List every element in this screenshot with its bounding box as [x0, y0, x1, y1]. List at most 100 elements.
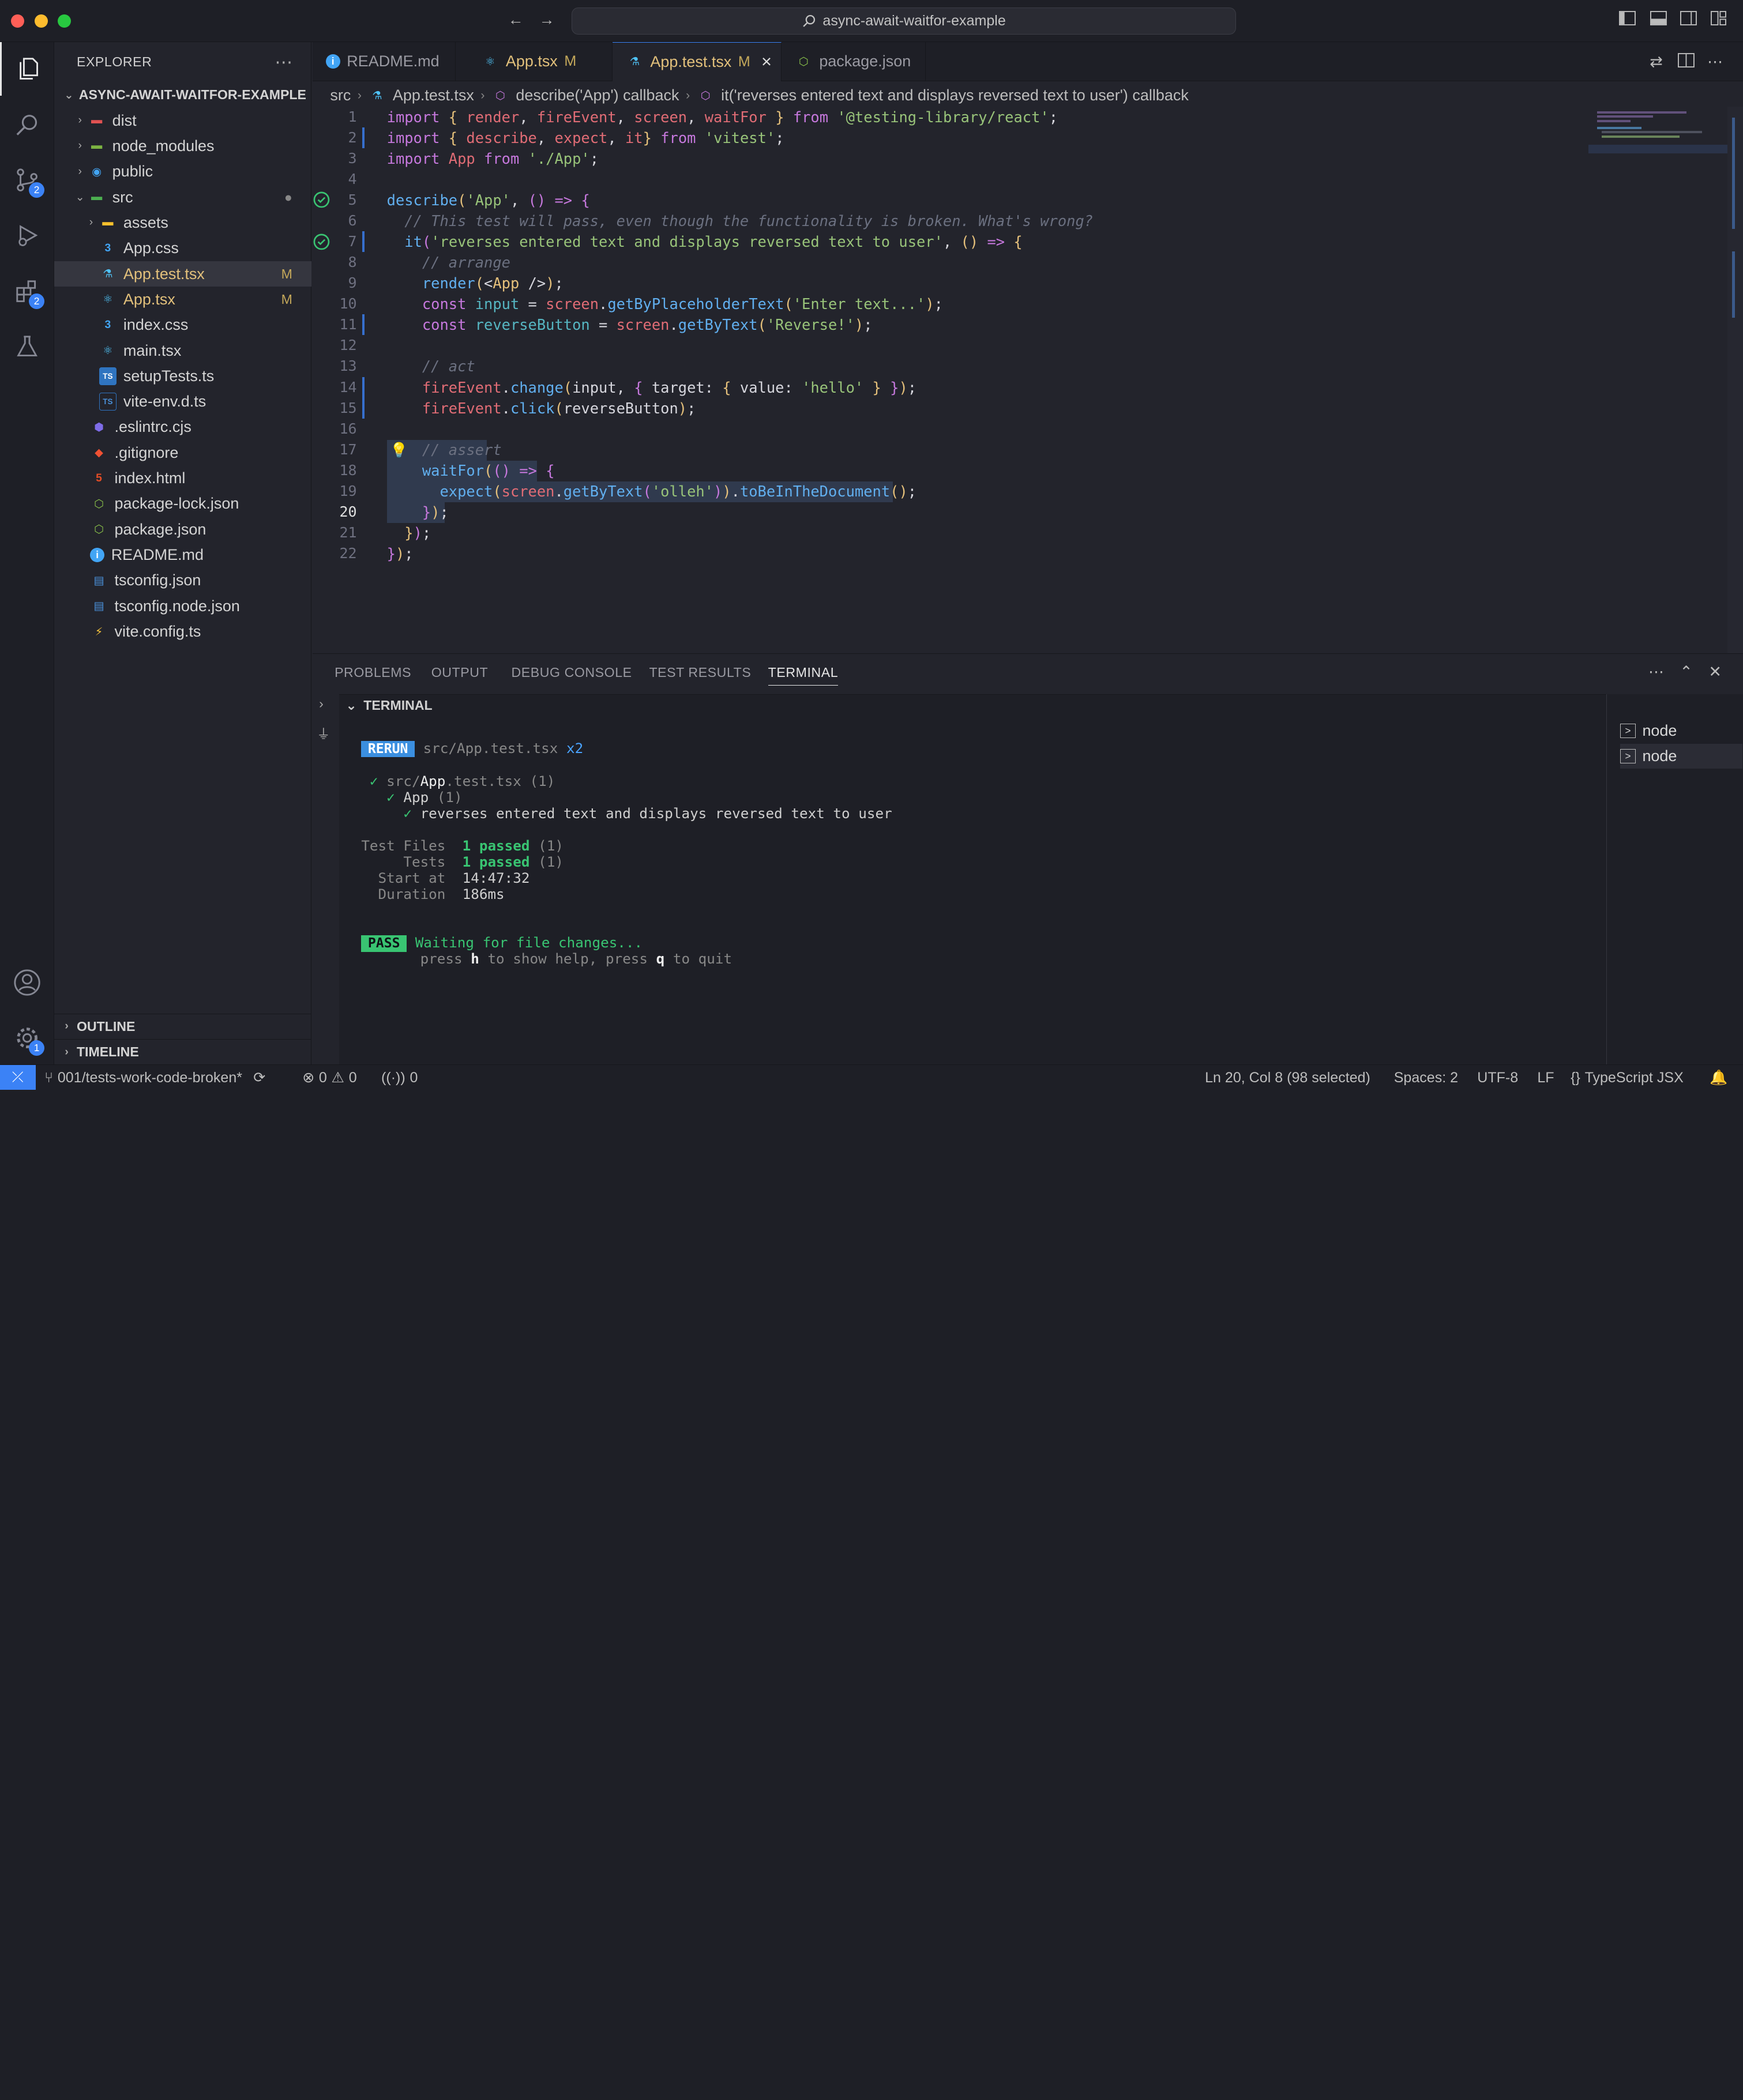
tree-item-eslintrc[interactable]: ⬢ .eslintrc.cjs	[54, 415, 311, 440]
remote-icon: ⤫	[12, 1069, 24, 1086]
more-actions-icon[interactable]: ⋯	[1647, 663, 1665, 681]
tree-item-public[interactable]: › ◉ public	[54, 159, 311, 185]
language-mode[interactable]: {} TypeScript JSX	[1571, 1065, 1684, 1090]
code-editor[interactable]: 1 2 3 4 5 6 7 8 9 10 11 12 13 14 15 16 17 18 19 20 21 22 impo…	[312, 107, 1743, 654]
maximize-window-button[interactable]	[58, 14, 72, 28]
accounts-activity[interactable]	[0, 955, 54, 1009]
test-passed-icon[interactable]	[313, 233, 330, 251]
end-of-line[interactable]: LF	[1537, 1065, 1554, 1090]
tree-item-gitignore[interactable]: ◆ .gitignore	[54, 440, 311, 465]
run-debug-activity[interactable]	[0, 209, 54, 262]
html-icon: 5	[96, 472, 102, 484]
minimap[interactable]	[1588, 107, 1727, 653]
manage-activity[interactable]: 1	[0, 1011, 54, 1065]
search-activity[interactable]	[0, 98, 54, 152]
tree-item-vite-env-d-ts[interactable]: TS vite-env.d.ts	[54, 389, 311, 415]
code-token: ,	[942, 233, 961, 251]
tab-debug-console[interactable]: DEBUG CONSOLE	[512, 665, 632, 680]
timeline-section[interactable]: › TIMELINE	[54, 1038, 311, 1064]
waiting-text: Waiting for file changes...	[415, 934, 643, 951]
tree-item-assets[interactable]: › ▬ assets	[54, 210, 311, 235]
minimize-window-button[interactable]	[34, 14, 48, 28]
more-actions-icon[interactable]: ⋯	[1706, 53, 1724, 71]
test-passed-icon[interactable]	[313, 191, 330, 209]
tab-terminal[interactable]: TERMINAL	[768, 665, 839, 686]
code-token: input,	[572, 378, 634, 396]
testing-activity[interactable]	[0, 320, 54, 374]
extensions-activity[interactable]: 2	[0, 265, 54, 318]
source-control-activity[interactable]: 2	[0, 153, 54, 207]
info-icon: i	[325, 54, 340, 69]
vertical-scrollbar[interactable]	[1727, 107, 1743, 654]
tree-item-setuptests-ts[interactable]: TS setupTests.ts	[54, 363, 311, 389]
chevron-right-icon[interactable]: ›	[319, 696, 324, 712]
tree-item-main-tsx[interactable]: ⚛ main.tsx	[54, 338, 311, 363]
breadcrumb-item[interactable]: src	[330, 86, 351, 104]
tree-item-tsconfig[interactable]: ▤ tsconfig.json	[54, 568, 311, 593]
tree-item-package-lock[interactable]: ⬡ package-lock.json	[54, 491, 311, 517]
tree-item-dist[interactable]: › ▬ dist	[54, 108, 311, 133]
tree-item-package-json[interactable]: ⬡ package.json	[54, 517, 311, 542]
remote-indicator[interactable]: ⤫	[0, 1065, 36, 1090]
tab-problems[interactable]: PROBLEMS	[335, 665, 411, 680]
tree-item-app-css[interactable]: 3 App.css	[54, 236, 311, 261]
toggle-primary-sidebar-icon[interactable]	[1618, 11, 1636, 29]
git-icon: ◆	[95, 447, 103, 460]
breadcrumb-item[interactable]: App.test.tsx	[393, 86, 474, 104]
explorer-activity[interactable]	[0, 42, 54, 96]
indentation[interactable]: Spaces: 2	[1394, 1065, 1458, 1090]
breadcrumb-item[interactable]: describe('App') callback	[516, 86, 679, 104]
back-arrow-icon[interactable]: ←	[507, 11, 525, 29]
tree-item-src[interactable]: ⌄ ▬ src ●	[54, 185, 311, 210]
split-editor-icon[interactable]	[1677, 53, 1695, 71]
project-root[interactable]: ⌄ ASYNC-AWAIT-WAITFOR-EXAMPLE	[54, 82, 311, 108]
extensions-badge: 2	[29, 293, 45, 309]
code-token: screen	[501, 482, 555, 500]
tree-item-node-modules[interactable]: › ▬ node_modules	[54, 133, 311, 159]
tab-app-test-tsx[interactable]: ⚗ App.test.tsx M ×	[612, 42, 782, 81]
terminal-section-header[interactable]: ⌄ TERMINAL	[339, 694, 432, 718]
ports-indicator[interactable]: ((·)) 0	[381, 1065, 418, 1090]
forward-arrow-icon[interactable]: →	[538, 11, 556, 29]
tree-item-app-tsx[interactable]: ⚛ App.tsx M	[54, 287, 311, 312]
tab-readme[interactable]: i README.md	[313, 42, 456, 81]
terminal-instance[interactable]: > node	[1620, 718, 1742, 743]
tab-app-tsx[interactable]: ⚛ App.tsx M	[468, 42, 613, 81]
more-actions-icon[interactable]: ⋯	[275, 52, 292, 73]
branch-indicator[interactable]: ⑂ 001/tests-work-code-broken* ⟳	[44, 1065, 265, 1090]
code-token: ,	[510, 191, 528, 209]
tab-output[interactable]: OUTPUT	[431, 665, 488, 680]
cursor-position[interactable]: Ln 20, Col 8 (98 selected)	[1205, 1065, 1370, 1090]
tree-item-app-test-tsx[interactable]: ⚗ App.test.tsx M	[54, 261, 311, 287]
problems-indicator[interactable]: ⊗ 0 ⚠ 0	[302, 1065, 356, 1090]
customize-layout-icon[interactable]	[1710, 11, 1727, 29]
help-text: press	[420, 950, 463, 967]
terminal-instance[interactable]: > node	[1620, 744, 1742, 769]
notifications-bell-icon[interactable]: 🔔	[1710, 1065, 1727, 1090]
close-icon[interactable]: ×	[761, 51, 772, 72]
sync-icon[interactable]: ⟳	[253, 1069, 265, 1086]
lightbulb-icon[interactable]: 💡	[390, 440, 408, 461]
branch-icon: ⑂	[44, 1069, 54, 1086]
encoding[interactable]: UTF-8	[1477, 1065, 1518, 1090]
toggle-panel-icon[interactable]	[1650, 11, 1667, 29]
chevron-up-icon[interactable]: ⌃	[1677, 663, 1695, 681]
tab-package-json[interactable]: ⬡ package.json	[782, 42, 926, 81]
tab-test-results[interactable]: TEST RESULTS	[649, 665, 751, 680]
tree-item-readme[interactable]: i README.md	[54, 542, 311, 567]
tree-item-label: .eslintrc.cjs	[114, 418, 191, 436]
tree-item-index-html[interactable]: 5 index.html	[54, 465, 311, 491]
code-token: .	[599, 295, 608, 313]
debug-plug-icon[interactable]: ⏚	[317, 723, 330, 743]
toggle-secondary-sidebar-icon[interactable]	[1680, 11, 1697, 29]
compare-changes-icon[interactable]: ⇄	[1647, 53, 1665, 71]
terminal-view[interactable]: ⌄ TERMINAL RERUN src/App.test.tsx x2 ✓ s…	[339, 694, 1606, 1066]
tree-item-tsconfig-node[interactable]: ▤ tsconfig.node.json	[54, 593, 311, 619]
breadcrumb-item[interactable]: it('reverses entered text and displays r…	[721, 86, 1189, 104]
close-panel-icon[interactable]: ✕	[1706, 663, 1724, 681]
tree-item-index-css[interactable]: 3 index.css	[54, 313, 311, 338]
outline-section[interactable]: › OUTLINE	[54, 1013, 311, 1039]
tree-item-vite-config[interactable]: ⚡ vite.config.ts	[54, 619, 311, 644]
command-center-search[interactable]: async-await-waitfor-example	[571, 7, 1237, 35]
close-window-button[interactable]	[11, 14, 25, 28]
